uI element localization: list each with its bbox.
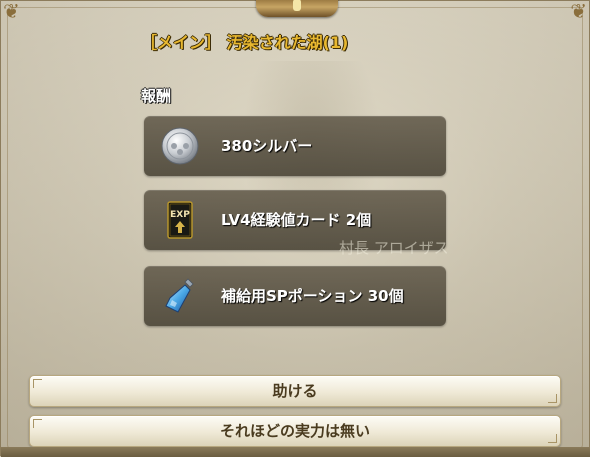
- reward-item-sp-potion: 補給用SPポーション 30個: [144, 266, 446, 326]
- npc-name-label: 村長 アロイザス: [339, 239, 449, 257]
- decline-button-label: それほどの実力は無い: [219, 422, 370, 440]
- reward-heading: 報酬: [141, 87, 172, 105]
- exp-card-icon: EXP: [160, 200, 200, 240]
- corner-ornament-icon: ❦: [570, 0, 587, 23]
- reward-label: 補給用SPポーション 30個: [221, 287, 404, 305]
- sp-potion-icon: [160, 276, 200, 316]
- top-ornament-gem-icon: [293, 0, 301, 11]
- reward-item-silver: 380シルバー: [144, 116, 446, 176]
- quest-dialog-panel: ❦ ❦ ［メイン］ 汚染された湖(1) 報酬 380シルバー EXP LV4経験…: [0, 0, 590, 457]
- decline-quest-button[interactable]: それほどの実力は無い: [29, 415, 561, 447]
- exp-card-text: EXP: [170, 210, 190, 220]
- corner-ornament-icon: ❦: [3, 0, 20, 23]
- silver-coin-icon: [160, 126, 200, 166]
- reward-label: 380シルバー: [221, 137, 313, 155]
- accept-button-label: 助ける: [272, 382, 318, 400]
- accept-quest-button[interactable]: 助ける: [29, 375, 561, 407]
- quest-title: ［メイン］ 汚染された湖(1): [141, 33, 349, 52]
